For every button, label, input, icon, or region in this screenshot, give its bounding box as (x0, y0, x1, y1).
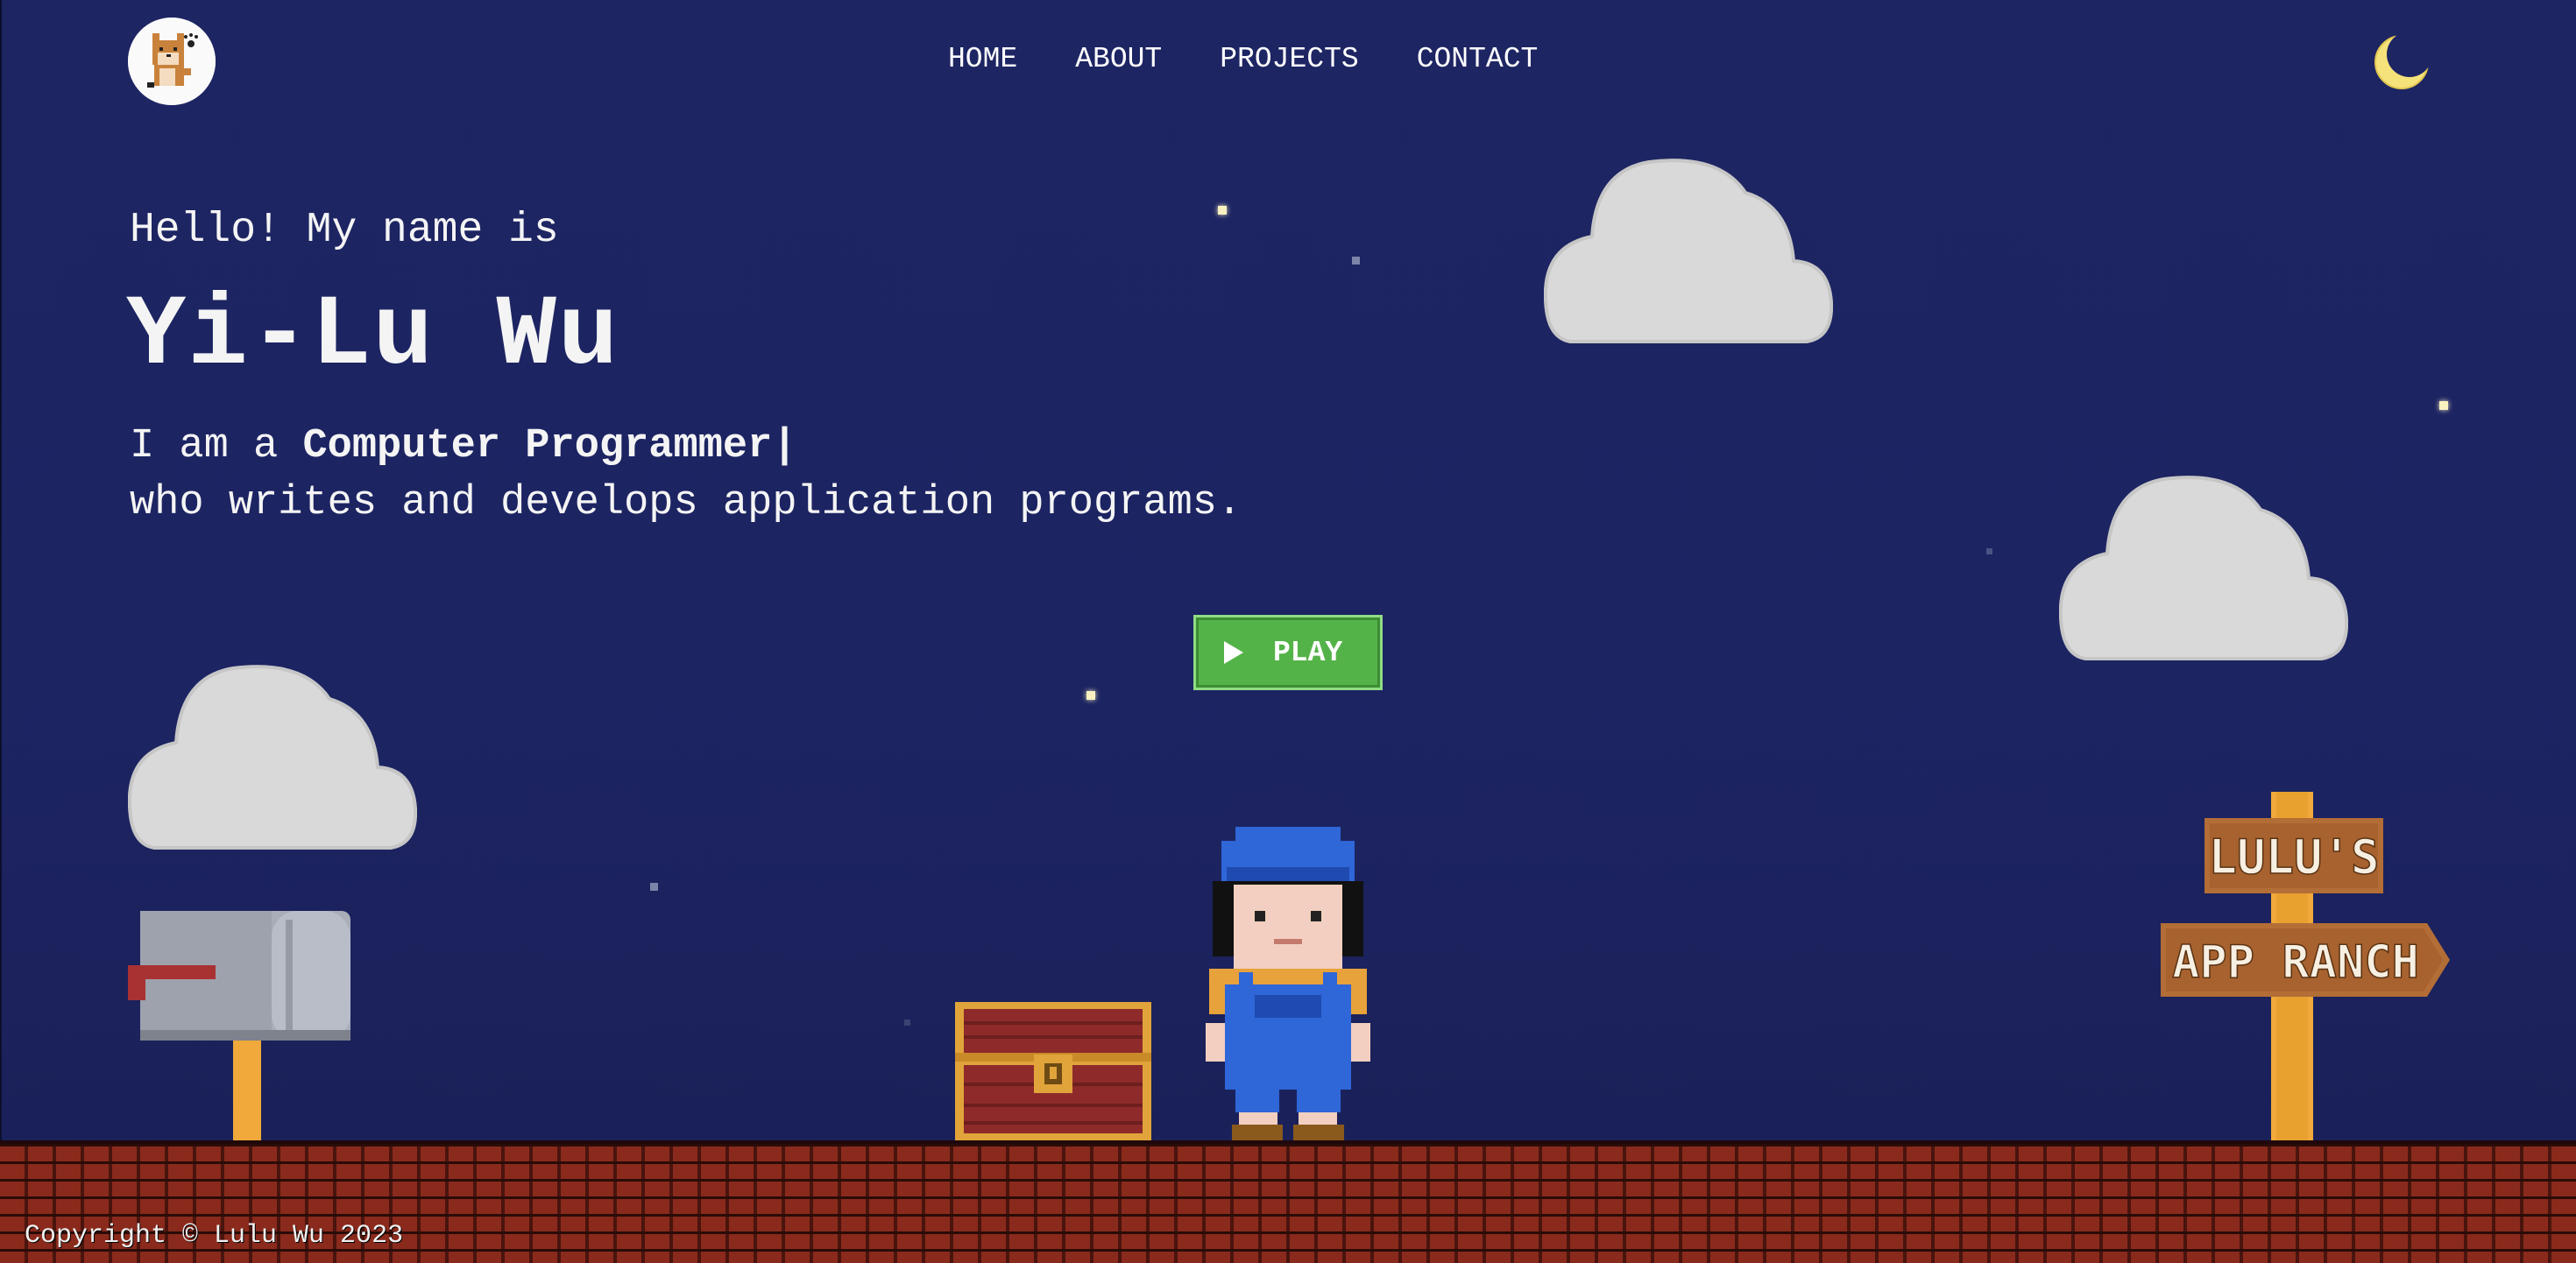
role-title: Computer Programmer| (302, 423, 797, 469)
star (1086, 691, 1095, 700)
play-button-label: PLAY (1273, 636, 1343, 669)
play-button[interactable]: PLAY (1193, 615, 1383, 690)
nav-about[interactable]: ABOUT (1075, 42, 1162, 77)
moon-icon (2374, 35, 2429, 89)
star (1352, 257, 1360, 265)
logo-avatar[interactable] (128, 18, 216, 105)
signpost-icon[interactable]: LULU'S APP RANCH (2155, 792, 2453, 1142)
greeting-text: Hello! My name is (130, 207, 559, 254)
nav-contact[interactable]: CONTACT (1417, 42, 1539, 77)
role-prefix: I am a (130, 423, 303, 469)
signpost-bottom-text: APP RANCH (2172, 936, 2419, 989)
copyright-text: Copyright © Lulu Wu 2023 (25, 1221, 404, 1251)
star (1986, 548, 1992, 554)
cloud-icon (2059, 476, 2348, 660)
signpost-top-text: LULU'S (2208, 829, 2379, 885)
star (1218, 206, 1227, 215)
star (2439, 401, 2448, 410)
main-nav: HOME ABOUT PROJECTS CONTACT (948, 42, 1538, 77)
nav-home[interactable]: HOME (948, 42, 1017, 77)
mailbox-icon[interactable] (128, 907, 356, 1144)
star (650, 883, 658, 891)
nav-projects[interactable]: PROJECTS (1220, 42, 1358, 77)
character-icon[interactable] (1200, 823, 1376, 1142)
dog-logo-icon (128, 18, 216, 105)
role-line: I am a Computer Programmer| (130, 420, 797, 473)
treasure-chest-icon[interactable] (950, 998, 1157, 1144)
cloud-icon (128, 665, 417, 850)
hero-name: Yi-Lu Wu (126, 280, 620, 393)
play-icon (1224, 641, 1243, 664)
theme-toggle-button[interactable] (2373, 33, 2431, 91)
role-description: who writes and develops application prog… (130, 480, 1242, 526)
cloud-icon (1544, 159, 1833, 343)
star (904, 1020, 910, 1026)
page-edge (0, 0, 2, 1259)
